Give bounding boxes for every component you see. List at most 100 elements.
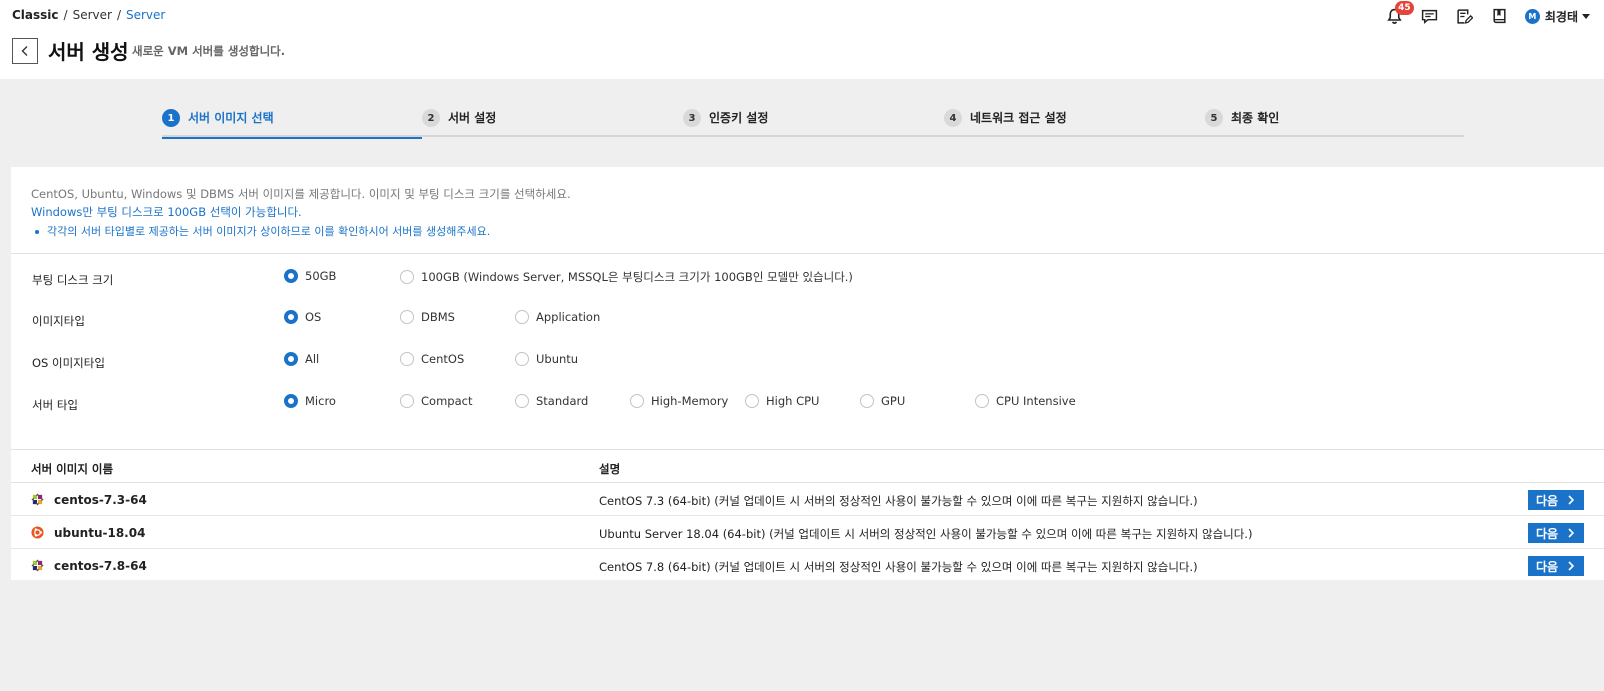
step-label: 서버 이미지 선택 <box>188 111 274 125</box>
chevron-right-icon <box>1568 528 1575 538</box>
chat-button[interactable] <box>1420 6 1440 26</box>
image-type-row: 이미지타입 OS DBMS Application <box>11 309 1604 329</box>
step-label: 최종 확인 <box>1231 111 1280 125</box>
step-auth-key[interactable]: 3 인증키 설정 <box>683 109 943 135</box>
server-type-label: 서버 타입 <box>32 398 78 412</box>
next-button[interactable]: 다음 <box>1528 490 1584 510</box>
filter-options: 부팅 디스크 크기 50GB 100GB (Windows Server, MS… <box>11 255 1604 450</box>
radio-type-gpu[interactable]: GPU <box>860 394 905 408</box>
radio-os-centos[interactable]: CentOS <box>400 352 464 366</box>
radio-type-compact[interactable]: Compact <box>400 394 472 408</box>
radio-label: 100GB (Windows Server, MSSQL은 부팅디스크 크기가 … <box>421 270 853 284</box>
step-label: 네트워크 접근 설정 <box>970 111 1067 125</box>
radio-type-micro[interactable]: Micro <box>284 394 336 408</box>
radio-circle <box>860 394 874 408</box>
notification-badge: 45 <box>1394 1 1414 15</box>
radio-label: DBMS <box>421 310 455 324</box>
step-network-access[interactable]: 4 네트워크 접근 설정 <box>944 109 1204 135</box>
breadcrumb-separator: / <box>116 8 121 22</box>
radio-circle <box>400 270 414 284</box>
radio-circle <box>284 269 298 283</box>
chevron-right-icon <box>1568 561 1575 571</box>
centos-icon <box>31 559 44 572</box>
radio-circle <box>975 394 989 408</box>
image-name: centos-7.3-64 <box>54 493 147 507</box>
image-description: Ubuntu Server 18.04 (64-bit) (커널 업데이트 시 … <box>599 527 1253 541</box>
radio-circle <box>284 352 298 366</box>
next-button-label: 다음 <box>1535 559 1559 574</box>
radio-label: Ubuntu <box>536 352 579 366</box>
radio-image-os[interactable]: OS <box>284 310 321 324</box>
next-button-label: 다음 <box>1535 526 1559 541</box>
breadcrumb-separator: / <box>63 8 68 22</box>
notification-button[interactable]: 45 <box>1385 1 1414 26</box>
image-type-label: 이미지타입 <box>32 314 85 328</box>
boot-disk-label: 부팅 디스크 크기 <box>32 273 114 287</box>
guide-button[interactable] <box>1490 6 1510 26</box>
radio-type-high-cpu[interactable]: High CPU <box>745 394 819 408</box>
step-server-settings[interactable]: 2 서버 설정 <box>422 109 682 135</box>
info-notice: Windows만 부팅 디스크로 100GB 선택이 가능합니다. <box>31 205 302 219</box>
step-progress: 1 서버 이미지 선택 2 서버 설정 3 인증키 설정 4 네트워크 접근 설… <box>162 106 1465 139</box>
radio-circle <box>515 310 529 324</box>
radio-circle <box>400 394 414 408</box>
chat-icon <box>1422 9 1438 24</box>
user-menu[interactable]: M 최경태 <box>1524 8 1590 25</box>
os-image-type-row: OS 이미지타입 All CentOS Ubuntu <box>11 351 1604 371</box>
column-header-name: 서버 이미지 이름 <box>31 462 114 476</box>
image-description: CentOS 7.8 (64-bit) (커널 업데이트 시 서버의 정상적인 … <box>599 560 1198 574</box>
info-box: CentOS, Ubuntu, Windows 및 DBMS 서버 이미지를 제… <box>11 167 1604 254</box>
radio-label: Standard <box>536 394 589 408</box>
breadcrumb-current[interactable]: Server <box>126 8 165 22</box>
radio-image-application[interactable]: Application <box>515 310 600 324</box>
info-text: CentOS, Ubuntu, Windows 및 DBMS 서버 이미지를 제… <box>31 187 571 201</box>
breadcrumb-server[interactable]: Server <box>73 8 112 22</box>
header-toolbar: 45 M 최경태 <box>1370 1 1590 28</box>
info-bullet-text: 각각의 서버 타입별로 제공하는 서버 이미지가 상이하므로 이를 확인하시어 … <box>47 225 491 238</box>
radio-os-all[interactable]: All <box>284 352 319 366</box>
next-button[interactable]: 다음 <box>1528 523 1584 543</box>
radio-label: Compact <box>421 394 473 408</box>
radio-label: All <box>305 352 320 366</box>
radio-image-dbms[interactable]: DBMS <box>400 310 455 324</box>
page-description: 새로운 VM 서버를 생성합니다. <box>132 44 286 58</box>
image-select-panel: CentOS, Ubuntu, Windows 및 DBMS 서버 이미지를 제… <box>11 167 1604 580</box>
radio-type-cpu-intensive[interactable]: CPU Intensive <box>975 394 1076 408</box>
radio-circle <box>630 394 644 408</box>
radio-circle <box>284 310 298 324</box>
back-button[interactable] <box>12 38 38 64</box>
radio-circle <box>745 394 759 408</box>
avatar: M <box>1524 8 1540 24</box>
radio-type-standard[interactable]: Standard <box>515 394 588 408</box>
radio-os-ubuntu[interactable]: Ubuntu <box>515 352 578 366</box>
step-number: 4 <box>944 109 962 127</box>
image-name: centos-7.8-64 <box>54 559 147 573</box>
radio-label: 50GB <box>305 269 337 283</box>
note-button[interactable] <box>1455 6 1475 26</box>
radio-label: CPU Intensive <box>996 394 1076 408</box>
step-number: 2 <box>422 109 440 127</box>
radio-boot-100gb[interactable]: 100GB (Windows Server, MSSQL은 부팅디스크 크기가 … <box>400 269 853 285</box>
step-image-select[interactable]: 1 서버 이미지 선택 <box>162 109 422 139</box>
column-header-desc: 설명 <box>599 462 621 476</box>
info-bullet: 각각의 서버 타입별로 제공하는 서버 이미지가 상이하므로 이를 확인하시어 … <box>31 221 1584 243</box>
table-row: centos-7.8-64 CentOS 7.8 (64-bit) (커널 업데… <box>11 549 1604 582</box>
breadcrumb-classic[interactable]: Classic <box>12 8 59 22</box>
chevron-right-icon <box>1568 495 1575 505</box>
boot-disk-row: 부팅 디스크 크기 50GB 100GB (Windows Server, MS… <box>11 268 1604 288</box>
edit-note-icon <box>1457 8 1474 24</box>
radio-label: GPU <box>881 394 906 408</box>
radio-type-high-memory[interactable]: High-Memory <box>630 394 728 408</box>
radio-label: CentOS <box>421 352 465 366</box>
chevron-left-icon <box>21 46 28 56</box>
radio-label: Micro <box>305 394 336 408</box>
next-button[interactable]: 다음 <box>1528 556 1584 576</box>
radio-circle <box>284 394 298 408</box>
radio-circle <box>515 352 529 366</box>
step-final-confirm[interactable]: 5 최종 확인 <box>1205 109 1465 135</box>
radio-label: High-Memory <box>651 394 729 408</box>
image-description: CentOS 7.3 (64-bit) (커널 업데이트 시 서버의 정상적인 … <box>599 494 1198 508</box>
top-header: Classic / Server / Server 45 M 최경태 서버 생성… <box>0 0 1604 79</box>
radio-boot-50gb[interactable]: 50GB <box>284 269 336 283</box>
radio-circle <box>515 394 529 408</box>
